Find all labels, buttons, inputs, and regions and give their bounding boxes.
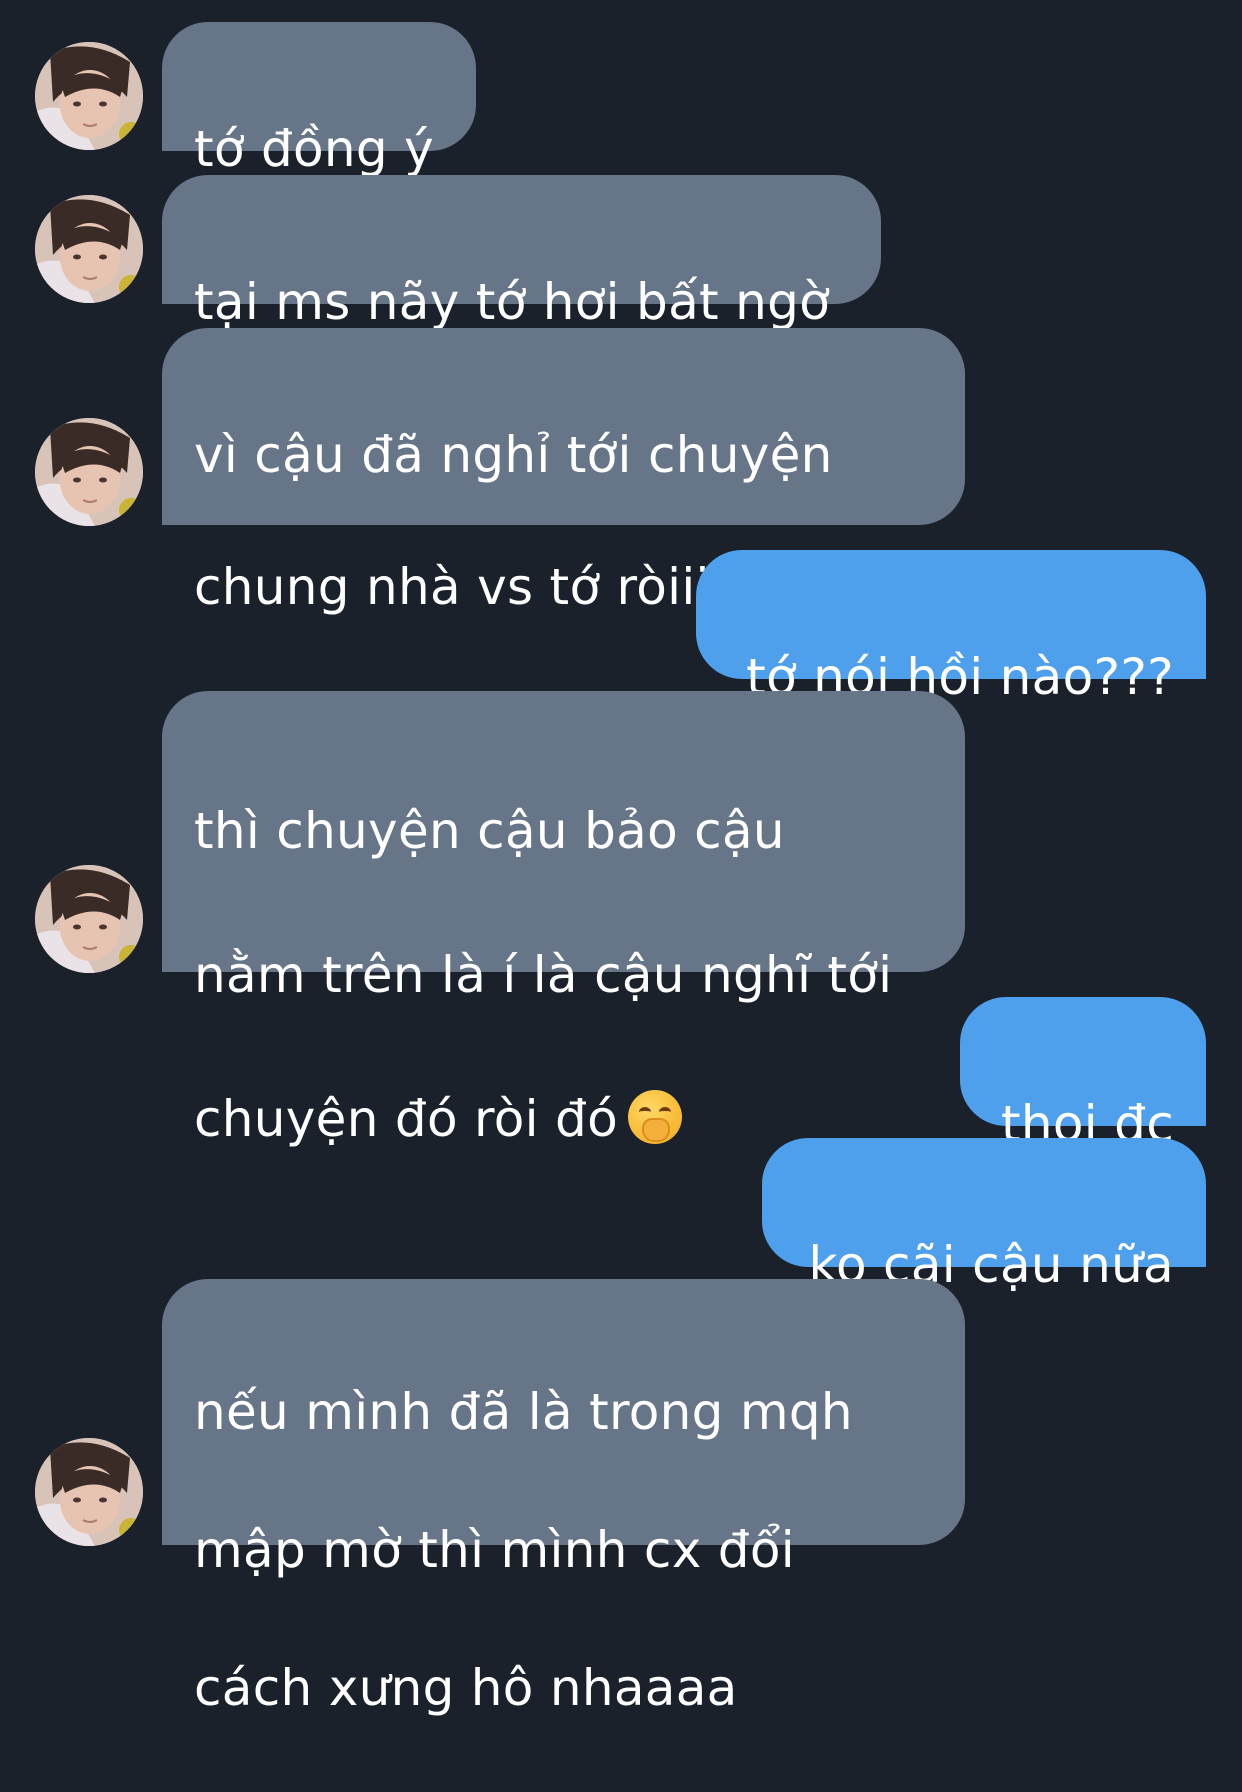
contact-avatar[interactable] [35,1438,143,1546]
message-text: vì cậu đã nghỉ tới chuyện [194,426,833,484]
message-text: cách xưng hô nhaaaa [194,1659,738,1717]
message-text: mập mờ thì mình cx đổi [194,1521,795,1579]
avatar-photo-icon [35,42,143,150]
message-text: nằm trên là í là cậu nghĩ tới [194,946,893,1004]
message-bubble-outgoing[interactable]: tớ nói hồi nào??? [696,550,1206,706]
message-text: tớ đồng ý [194,120,435,178]
hand-over-mouth-emoji-icon [628,1090,682,1144]
contact-avatar[interactable] [35,865,143,973]
avatar-photo-icon [35,195,143,303]
message-text: nếu mình đã là trong mqh [194,1383,853,1441]
avatar-photo-icon [35,865,143,973]
message-bubble-incoming[interactable]: vì cậu đã nghỉ tới chuyện chung nhà vs t… [162,328,965,616]
message-bubble-incoming[interactable]: nếu mình đã là trong mqh mập mờ thì mình… [162,1279,965,1717]
message-bubble-incoming[interactable]: tớ đồng ý [162,22,476,178]
message-bubble-incoming[interactable]: tại ms nãy tớ hơi bất ngờ [162,175,881,331]
contact-avatar[interactable] [35,195,143,303]
contact-avatar[interactable] [35,42,143,150]
message-bubble-outgoing[interactable]: ko cãi cậu nữa [762,1138,1206,1294]
message-bubble-incoming[interactable]: thì chuyện cậu bảo cậu nằm trên là í là … [162,691,965,1148]
contact-avatar[interactable] [35,418,143,526]
chat-thread: tớ đồng ý tại ms nãy tớ hơi bất ngờ vì c… [0,0,1242,1717]
message-text: tại ms nãy tớ hơi bất ngờ [194,273,831,331]
message-text: thì chuyện cậu bảo cậu [194,802,785,860]
message-text: chuyện đó ròi đó [194,1090,618,1148]
avatar-photo-icon [35,1438,143,1546]
message-bubble-outgoing[interactable]: thoi đc [960,997,1206,1153]
avatar-photo-icon [35,418,143,526]
